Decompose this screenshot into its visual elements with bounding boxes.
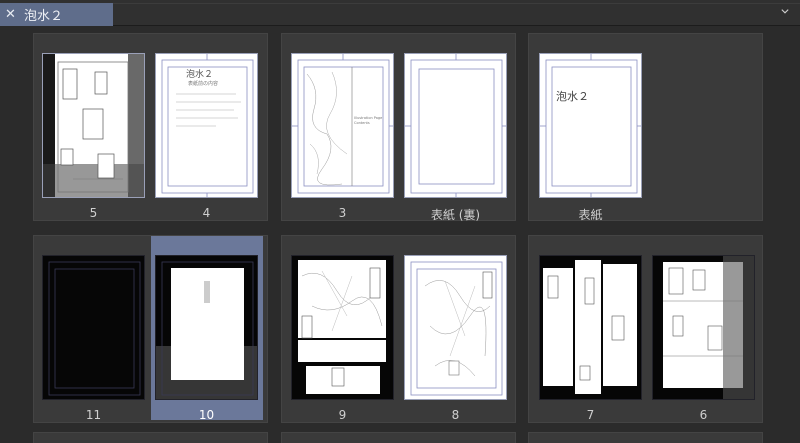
page-sheet — [652, 255, 755, 400]
page-thumb-5[interactable]: 5 — [42, 53, 145, 223]
page-number: 6 — [699, 408, 708, 422]
page-sheet — [42, 255, 145, 400]
page-sheet: 泡水２ 表紙前の内容 — [155, 53, 258, 198]
page-4-title: 泡水２ — [186, 70, 214, 80]
spread-partial-3 — [528, 432, 763, 443]
page-thumb-3[interactable]: Illustration Page Contents 3 — [291, 53, 394, 223]
close-icon[interactable]: ✕ — [5, 8, 19, 21]
page-number: 7 — [586, 408, 595, 422]
page-thumb-10[interactable]: 10 — [155, 255, 258, 425]
page-number: 表紙 — [578, 208, 603, 222]
page-thumb-8[interactable]: 8 — [404, 255, 507, 425]
page-number: 表紙 (裏) — [430, 208, 481, 222]
page-sheet — [42, 53, 145, 198]
cover-title: 泡水２ — [556, 90, 589, 103]
page-sheet — [404, 255, 507, 400]
tab-bar: ✕ 泡水２ — [0, 0, 800, 26]
page-thumb-11[interactable]: 11 — [42, 255, 145, 425]
page-thumb-9[interactable]: 9 — [291, 255, 394, 425]
page-number: 4 — [202, 206, 211, 220]
page-number: 5 — [89, 206, 98, 220]
page-number: 8 — [451, 408, 460, 422]
page-number: 3 — [338, 206, 347, 220]
tab-bar-line — [113, 3, 800, 4]
page-4-subtitle: 表紙前の内容 — [188, 81, 219, 87]
page-thumb-back-cover[interactable]: 表紙 (裏) — [404, 53, 507, 223]
page-sheet: Illustration Page Contents — [291, 53, 394, 198]
page-thumb-6[interactable]: 6 — [652, 255, 755, 425]
page-sheet — [404, 53, 507, 198]
chevron-down-icon[interactable] — [780, 8, 790, 16]
page-thumb-7[interactable]: 7 — [539, 255, 642, 425]
page-number: 11 — [85, 408, 102, 422]
page-thumb-4[interactable]: 泡水２ 表紙前の内容 4 — [155, 53, 258, 223]
page-sheet — [155, 255, 258, 400]
spread-partial-1 — [33, 432, 268, 443]
page-sheet — [291, 255, 394, 400]
page-thumb-cover[interactable]: 泡水２ 表紙 — [539, 53, 642, 223]
tab-title: 泡水２ — [24, 9, 64, 24]
page-number: 10 — [198, 408, 215, 422]
page-number: 9 — [338, 408, 347, 422]
page-sheet — [539, 255, 642, 400]
spread-partial-2 — [281, 432, 516, 443]
page-3-caption: Illustration Page Contents — [354, 116, 383, 125]
tab-document[interactable]: ✕ 泡水２ — [0, 3, 113, 26]
page-sheet: 泡水２ — [539, 53, 642, 198]
